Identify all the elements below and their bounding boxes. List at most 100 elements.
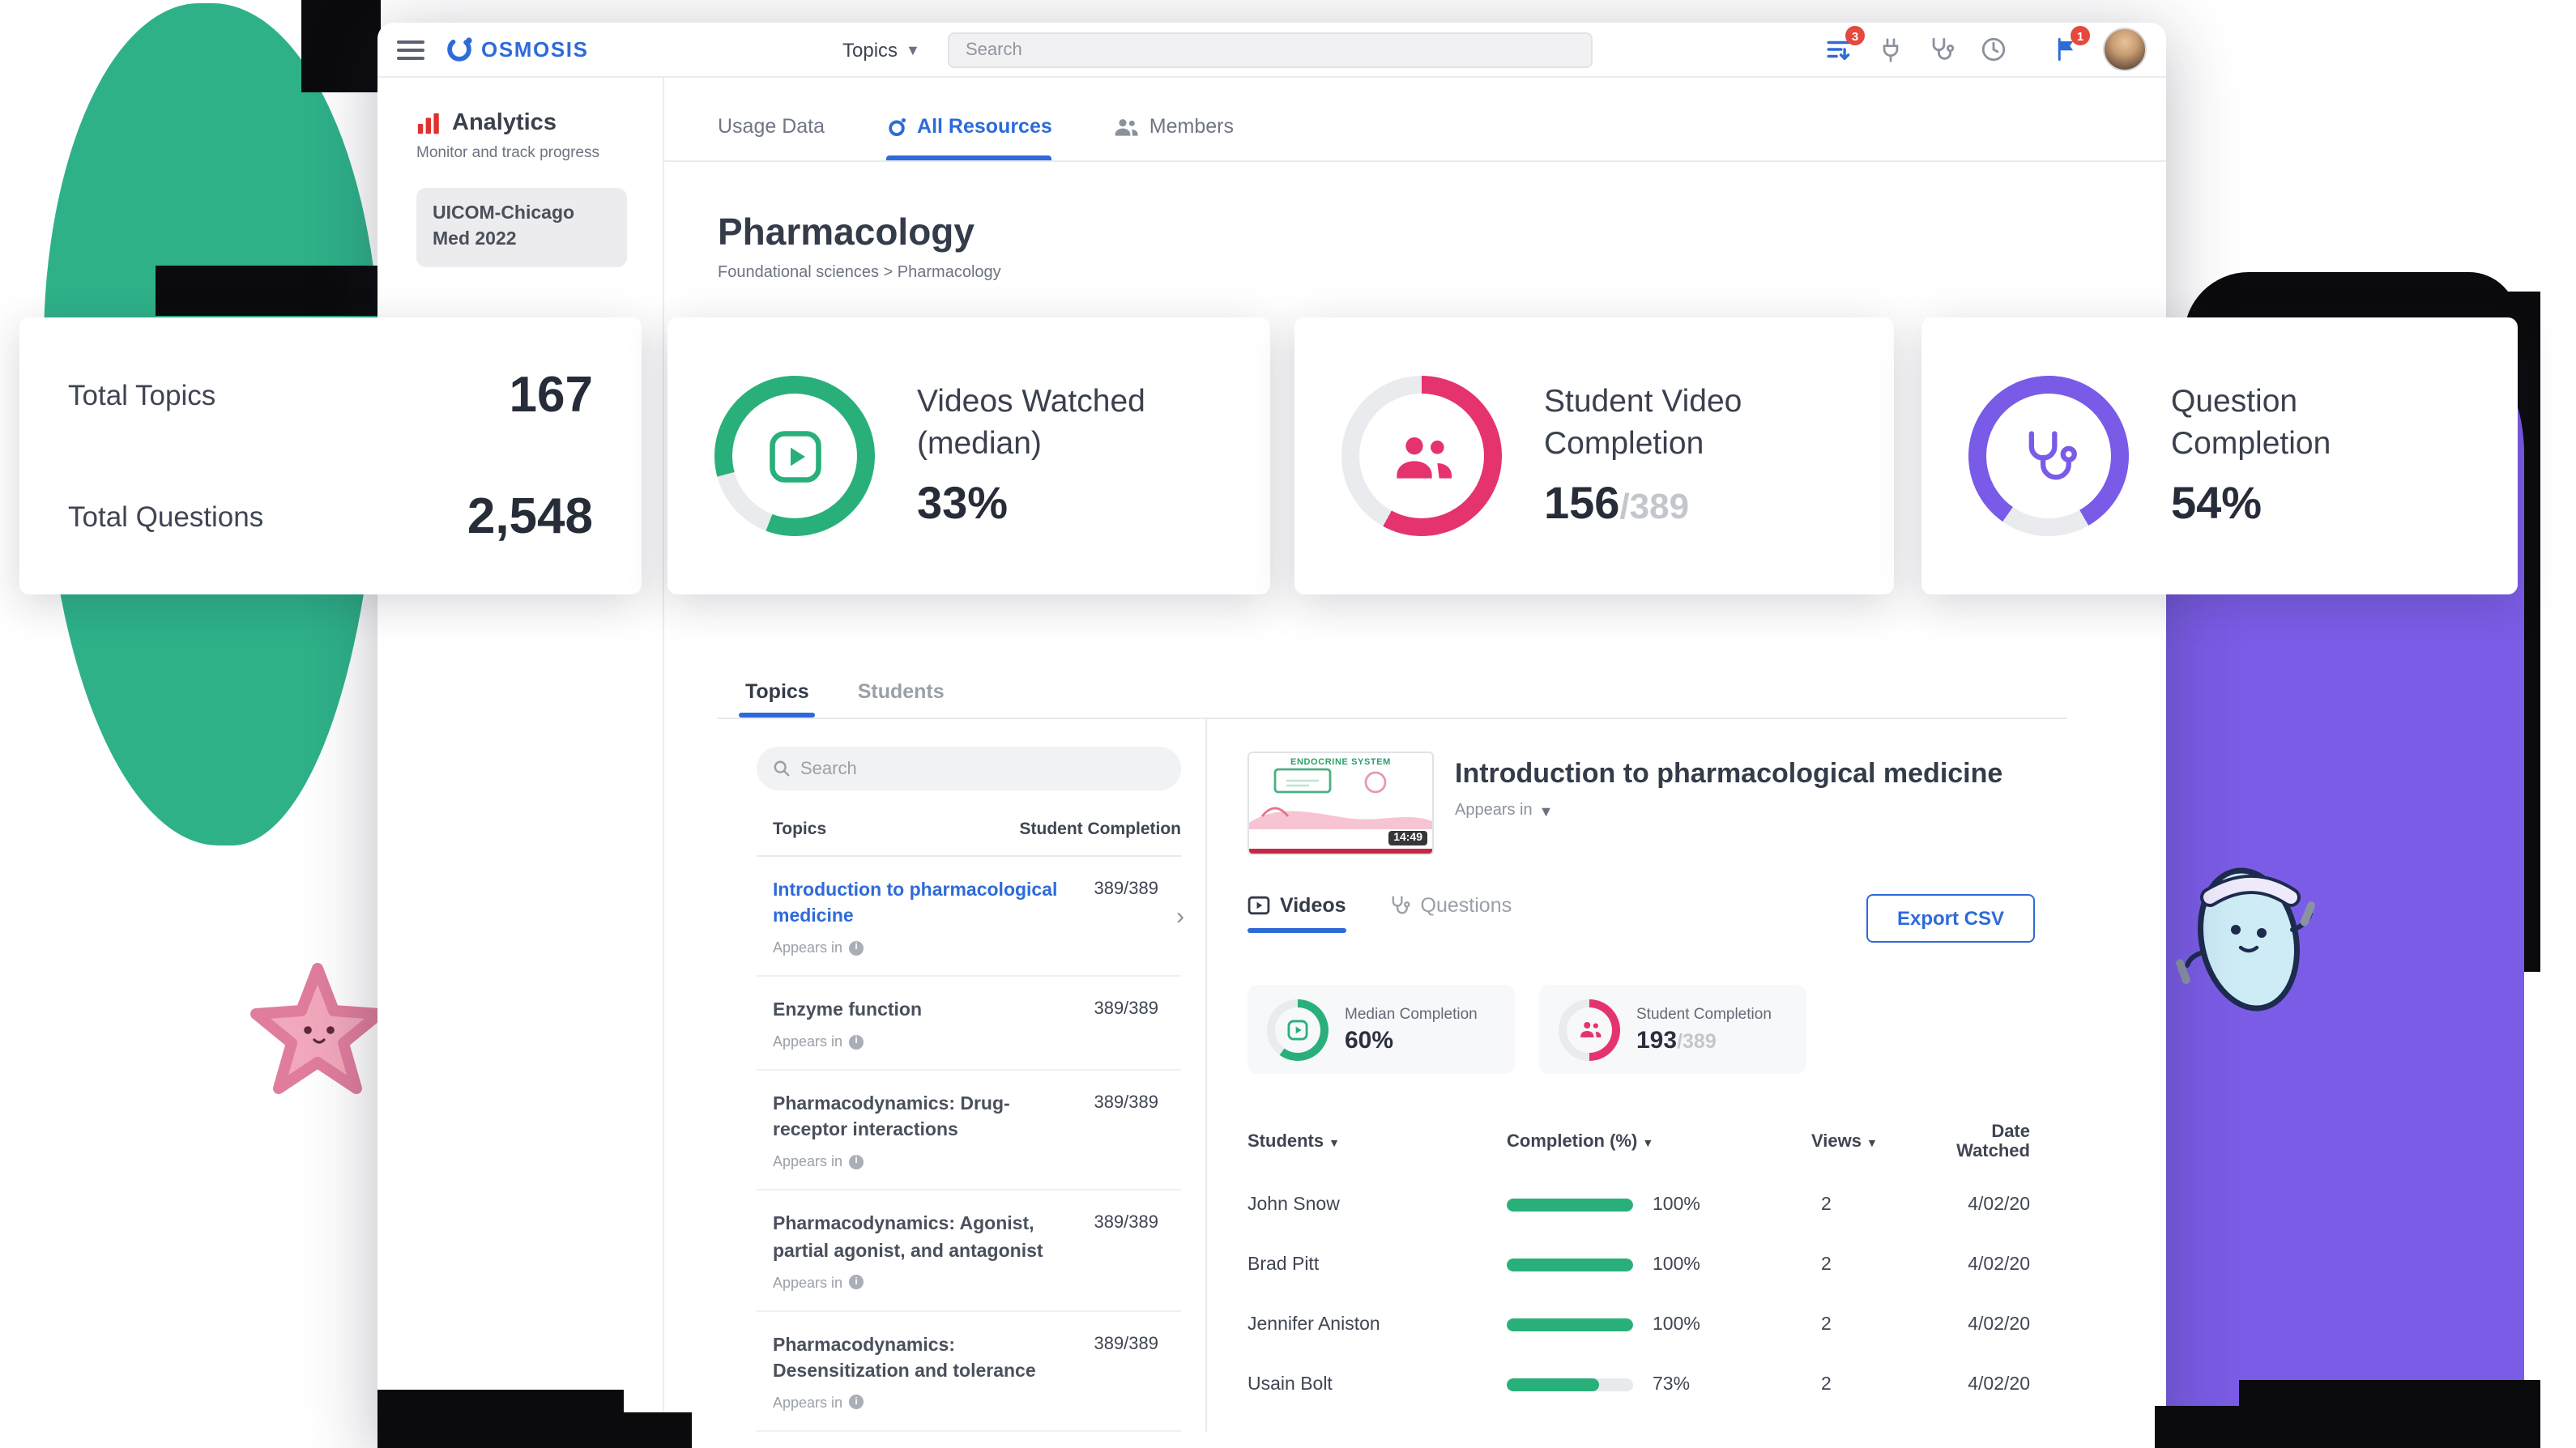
topic-list-column: Topics Student Completion Introduction t…: [718, 719, 1207, 1432]
tab-topics[interactable]: Topics: [745, 680, 809, 718]
chevron-right-icon: ›: [1176, 902, 1184, 930]
breadcrumb[interactable]: Foundational sciences > Pharmacology: [718, 264, 2067, 282]
topic-list-header: Topics Student Completion: [757, 820, 1181, 857]
header-students[interactable]: Students▼: [1247, 1132, 1507, 1152]
topic-list-item[interactable]: Pharmacodynamics: Agonist, partial agoni…: [757, 1191, 1181, 1311]
students-table: Students▼ Completion (%)▼ Views▼ Date Wa…: [1247, 1122, 2067, 1414]
tab-questions[interactable]: Questions: [1388, 894, 1512, 933]
topic-item-appears: Appears in i: [773, 939, 1061, 956]
totals-card: Total Topics 167 Total Questions 2,548: [19, 317, 642, 594]
sidebar-item-class[interactable]: UICOM-Chicago Med 2022: [416, 188, 627, 267]
videos-watched-card: Videos Watched (median) 33%: [667, 317, 1270, 594]
table-header: Students▼ Completion (%)▼ Views▼ Date Wa…: [1247, 1122, 2067, 1161]
thumbnail-caption: ENDOCRINE SYSTEM: [1249, 758, 1432, 768]
progress-bar-track: [1507, 1198, 1633, 1211]
completion-percent: 100%: [1653, 1195, 1700, 1214]
detail-tabs: Videos Questions Export CSV: [1247, 894, 2067, 943]
sort-caret-icon: ▼: [1329, 1139, 1340, 1150]
export-csv-button[interactable]: Export CSV: [1866, 894, 2035, 943]
info-icon[interactable]: i: [849, 1155, 864, 1169]
question-completion-card: Question Completion 54%: [1921, 317, 2518, 594]
sidebar-item-analytics[interactable]: Analytics: [416, 110, 643, 136]
info-icon[interactable]: i: [849, 940, 864, 955]
topics-dropdown-label: Topics: [842, 38, 898, 61]
global-search-input[interactable]: [948, 32, 1593, 68]
video-progress-bar: [1249, 849, 1432, 854]
stat-value: 156/389: [1544, 477, 1795, 529]
completion-percent: 100%: [1653, 1314, 1700, 1334]
sort-caret-icon: ▼: [1642, 1139, 1653, 1150]
topic-item-completion: 389/389: [1094, 1332, 1158, 1353]
topic-list-item[interactable]: Enzyme function Appears in i 389/389: [757, 977, 1181, 1071]
detail-appears-dropdown[interactable]: Appears in ▼: [1455, 802, 2002, 820]
question-completion-donut: [1968, 376, 2129, 536]
hamburger-menu-icon[interactable]: [397, 40, 424, 59]
header-completion[interactable]: Completion (%)▼: [1507, 1132, 1811, 1152]
appears-in-label: Appears in: [773, 1395, 842, 1411]
tab-usage-data[interactable]: Usage Data: [718, 115, 825, 160]
completion-cell: 100%: [1507, 1254, 1811, 1274]
playlist-queue-icon[interactable]: 3: [1824, 36, 1853, 63]
play-icon: [1267, 999, 1329, 1060]
table-row: Jennifer Aniston 100% 2 4/02/20: [1247, 1294, 2067, 1354]
appears-in-label: Appears in: [773, 1274, 842, 1290]
student-video-completion-card: Student Video Completion 156/389: [1294, 317, 1894, 594]
pixel-shadow: [377, 1390, 624, 1448]
topic-item-completion: 389/389: [1094, 998, 1158, 1019]
stethoscope-icon[interactable]: [1928, 36, 1955, 63]
detail-header: ENDOCRINE SYSTEM 14:49: [1247, 752, 2067, 855]
card-text: Student Video Completion 156/389: [1544, 383, 1795, 530]
tab-all-resources[interactable]: All Resources: [886, 115, 1052, 160]
col-completion-label: Student Completion: [1020, 820, 1182, 839]
video-thumbnail[interactable]: ENDOCRINE SYSTEM 14:49: [1247, 752, 1434, 855]
topic-item-title: Pharmacodynamics: Desensitization and to…: [773, 1332, 1061, 1384]
tab-label: Usage Data: [718, 115, 825, 138]
bar-chart-icon: [416, 111, 441, 135]
progress-bar-fill: [1507, 1258, 1633, 1271]
stat-value: 54%: [2171, 477, 2422, 529]
progress-bar-fill: [1507, 1198, 1633, 1211]
median-completion-chip: Median Completion 60%: [1247, 985, 1515, 1074]
topic-item-appears: Appears in i: [773, 1395, 1061, 1411]
views-count: 2: [1811, 1254, 1925, 1274]
topic-item-main: Enzyme function Appears in i: [773, 998, 1061, 1050]
flag-icon[interactable]: 1: [2054, 36, 2079, 63]
user-avatar[interactable]: [2103, 28, 2147, 71]
tab-label: Videos: [1280, 894, 1346, 917]
info-icon[interactable]: i: [849, 1395, 864, 1410]
sidebar: Analytics Monitor and track progress UIC…: [377, 78, 664, 1448]
topic-search[interactable]: [757, 747, 1181, 790]
clock-icon[interactable]: [1980, 36, 2007, 63]
stat-value-main: 156: [1544, 477, 1619, 527]
osmosis-logo-icon: [446, 36, 473, 63]
topic-list-item[interactable]: Pharmacodynamics: Drug-receptor interact…: [757, 1071, 1181, 1191]
members-icon: [1114, 116, 1140, 137]
video-duration-badge: 14:49: [1388, 831, 1427, 845]
progress-bar-track: [1507, 1318, 1633, 1331]
student-name: John Snow: [1247, 1195, 1507, 1214]
tab-label: Questions: [1421, 894, 1512, 917]
videos-watched-donut: [714, 376, 875, 536]
progress-bar-fill: [1507, 1378, 1599, 1391]
chevron-down-icon: ▼: [906, 41, 920, 57]
chevron-down-icon: ▼: [1539, 803, 1554, 819]
tab-members[interactable]: Members: [1114, 115, 1234, 160]
topics-dropdown[interactable]: Topics ▼: [842, 38, 920, 61]
tab-label: All Resources: [917, 115, 1052, 138]
tab-videos[interactable]: Videos: [1247, 894, 1346, 933]
info-icon[interactable]: i: [849, 1035, 864, 1050]
header-views[interactable]: Views▼: [1811, 1132, 1925, 1152]
tab-students[interactable]: Students: [858, 680, 945, 718]
progress-bar-fill: [1507, 1318, 1633, 1331]
plug-icon[interactable]: [1878, 36, 1904, 62]
topic-list-item[interactable]: Pharmacodynamics: Desensitization and to…: [757, 1311, 1181, 1431]
stat-label: Student Video Completion: [1544, 383, 1795, 466]
info-icon[interactable]: i: [849, 1275, 864, 1289]
summary-chips: Median Completion 60%: [1247, 985, 2067, 1074]
topics-panel: Topics Student Completion Introduction t…: [718, 718, 2067, 1432]
topic-search-input[interactable]: [800, 759, 1165, 778]
topic-list-item[interactable]: Introduction to pharmacological medicine…: [757, 857, 1181, 977]
osmosis-logo[interactable]: OSMOSIS: [446, 36, 589, 63]
topic-item-title: Pharmacodynamics: Agonist, partial agoni…: [773, 1212, 1061, 1264]
content-tabs: Topics Students: [718, 680, 2067, 718]
